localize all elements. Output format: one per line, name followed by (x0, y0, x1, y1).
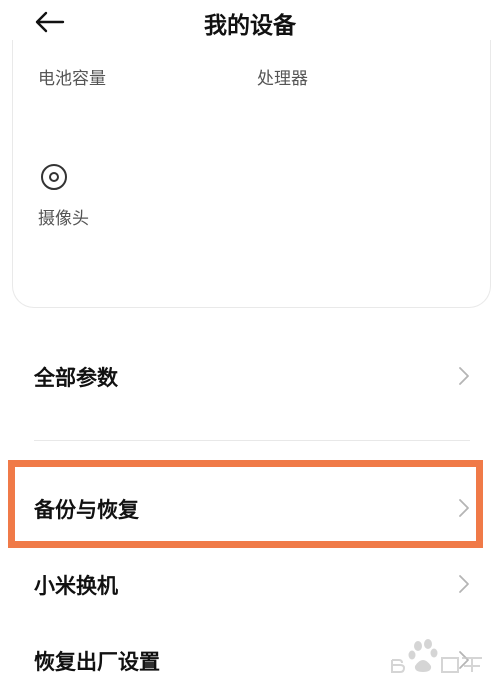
chevron-right-icon (459, 499, 469, 517)
mi-mover-row[interactable]: 小米换机 (0, 562, 500, 610)
mi-mover-label: 小米换机 (34, 574, 118, 598)
section-divider (34, 440, 470, 441)
device-spec-card: 电池容量 处理器 摄像头 (12, 40, 491, 308)
device-page: 我的设备 电池容量 处理器 摄像头 全部参数 备份与恢复 小米换机 恢复出厂设置 (0, 0, 500, 691)
chevron-right-icon (459, 575, 469, 593)
baidu-jingyan-watermark-icon (391, 639, 482, 673)
chevron-right-icon (459, 367, 469, 385)
backup-restore-row[interactable]: 备份与恢复 (0, 480, 500, 536)
battery-capacity-label: 电池容量 (38, 69, 106, 89)
page-title: 我的设备 (204, 13, 296, 39)
processor-label: 处理器 (257, 69, 308, 89)
all-params-row[interactable]: 全部参数 (0, 350, 500, 404)
all-params-label: 全部参数 (34, 366, 118, 390)
camera-lens-icon (41, 164, 67, 190)
factory-reset-label: 恢复出厂设置 (34, 650, 160, 674)
camera-label: 摄像头 (38, 209, 89, 229)
backup-restore-label: 备份与恢复 (34, 498, 139, 522)
